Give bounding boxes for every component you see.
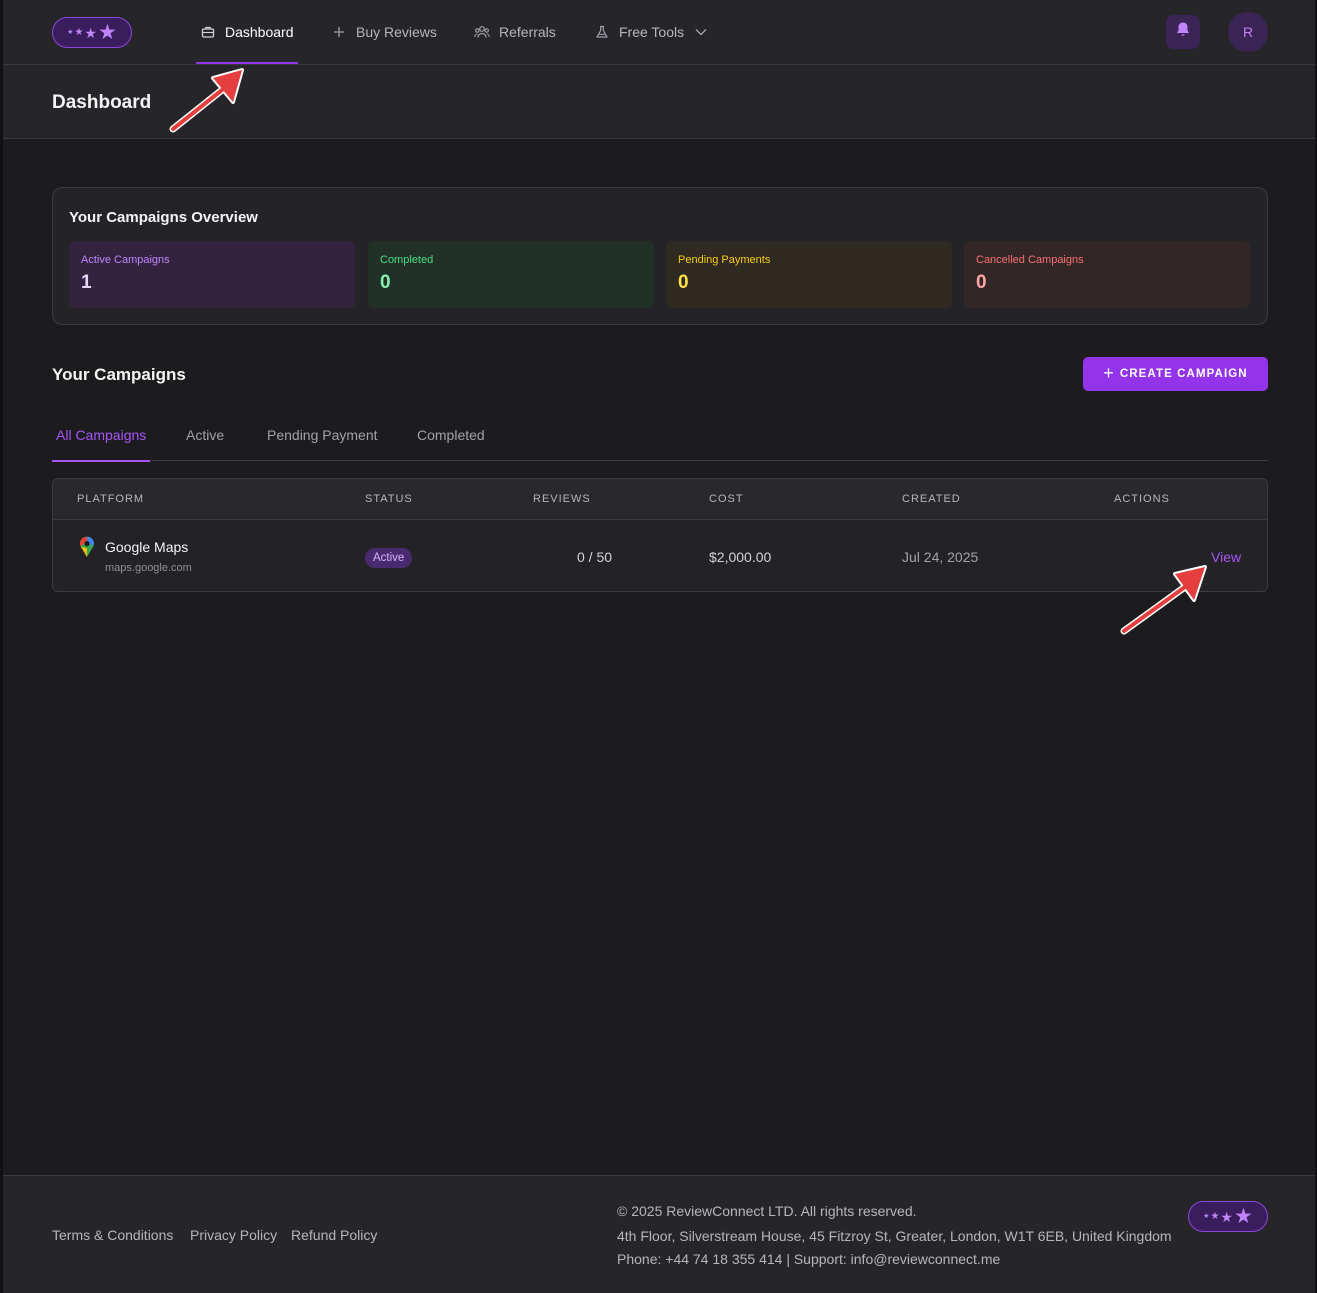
footer-contact: Phone: +44 74 18 355 414 | Support: info… [617,1251,1001,1267]
stat-value: 1 [81,272,92,293]
nav-buy-reviews-label: Buy Reviews [356,24,437,40]
flask-icon [594,24,610,40]
campaign-cost: $2,000.00 [709,549,772,565]
star-icon: ★ [67,29,74,36]
nav-free-tools-label: Free Tools [619,24,685,40]
stat-value: 0 [380,272,391,293]
stat-label: Cancelled Campaigns [976,254,1084,266]
table-row: Google Maps maps.google.com Active 0 / 5… [53,520,1267,591]
brand-logo[interactable]: ★ ★ ★ ★ [52,17,132,48]
bell-icon [1175,21,1191,43]
star-icon: ★ [1203,1213,1210,1220]
stat-value: 0 [976,272,987,293]
platform-url: maps.google.com [105,562,192,574]
nav-dashboard[interactable]: Dashboard [196,0,297,64]
col-actions: ACTIONS [1114,493,1170,505]
col-status: STATUS [365,493,413,505]
plus-icon [331,24,347,40]
nav-dashboard-label: Dashboard [225,24,294,40]
campaign-tabs: All Campaigns Active Pending Payment Com… [51,408,1268,462]
footer-logo: ★ ★ ★ ★ [1188,1201,1268,1232]
col-created: CREATED [902,493,961,505]
nav-referrals-label: Referrals [499,24,556,40]
nav-referrals[interactable]: Referrals [474,0,556,64]
create-campaign-button[interactable]: + CREATE CAMPAIGN [1083,357,1268,391]
tab-all-campaigns[interactable]: All Campaigns [51,408,151,462]
col-reviews: REVIEWS [533,493,591,505]
top-navbar: ★ ★ ★ ★ Dashboard Buy Reviews Referrals … [3,0,1315,65]
stat-label: Active Campaigns [81,254,170,266]
site-footer: Terms & Conditions Privacy Policy Refund… [3,1175,1315,1293]
google-maps-pin-icon [79,536,95,563]
footer-link-refund[interactable]: Refund Policy [291,1227,377,1243]
briefcase-icon [200,24,216,40]
overview-title: Your Campaigns Overview [69,209,258,226]
star-icon: ★ [1210,1210,1220,1222]
annotation-arrow-icon [169,68,244,133]
footer-address: 4th Floor, Silverstream House, 45 Fitzro… [617,1228,1172,1244]
tab-completed[interactable]: Completed [417,408,485,461]
star-icon: ★ [74,26,84,38]
stat-completed: Completed 0 [368,241,654,308]
platform-name: Google Maps [105,539,189,555]
footer-copyright: © 2025 ReviewConnect LTD. All rights res… [617,1203,917,1219]
status-badge: Active [365,548,413,568]
stat-label: Completed [380,254,434,266]
annotation-arrow-icon [1120,565,1207,635]
users-icon [474,24,490,40]
table-header: PLATFORM STATUS REVIEWS COST CREATED ACT… [53,479,1267,520]
chevron-down-icon [693,24,709,40]
stat-label: Pending Payments [678,254,771,266]
star-icon: ★ [1220,1208,1233,1225]
campaigns-table: PLATFORM STATUS REVIEWS COST CREATED ACT… [52,478,1268,592]
nav-free-tools[interactable]: Free Tools [594,0,709,64]
col-platform: PLATFORM [77,493,145,505]
stat-active-campaigns: Active Campaigns 1 [69,241,355,308]
star-icon: ★ [97,21,117,44]
star-icon: ★ [1233,1205,1253,1228]
page-title: Dashboard [52,92,152,113]
created-date: Jul 24, 2025 [902,549,979,565]
stat-pending-payments: Pending Payments 0 [666,241,952,308]
campaigns-section-title: Your Campaigns [52,365,186,384]
tab-pending-payment[interactable]: Pending Payment [267,408,378,461]
plus-icon: + [1103,363,1114,383]
tab-active[interactable]: Active [186,408,224,461]
stat-cancelled-campaigns: Cancelled Campaigns 0 [964,241,1250,308]
nav-buy-reviews[interactable]: Buy Reviews [331,0,437,64]
user-avatar[interactable]: R [1228,12,1268,52]
footer-link-terms[interactable]: Terms & Conditions [52,1227,173,1243]
create-campaign-label: CREATE CAMPAIGN [1119,368,1248,380]
notifications-button[interactable] [1166,15,1200,49]
view-campaign-link[interactable]: View [1211,549,1241,565]
star-icon: ★ [84,24,97,41]
reviews-count: 0 / 50 [577,549,613,565]
stat-value: 0 [678,272,689,293]
campaigns-overview-card: Your Campaigns Overview Active Campaigns… [52,187,1268,325]
avatar-initial: R [1242,24,1254,40]
window-frame-left [0,0,3,1293]
footer-link-privacy[interactable]: Privacy Policy [190,1227,277,1243]
col-cost: COST [709,493,744,505]
